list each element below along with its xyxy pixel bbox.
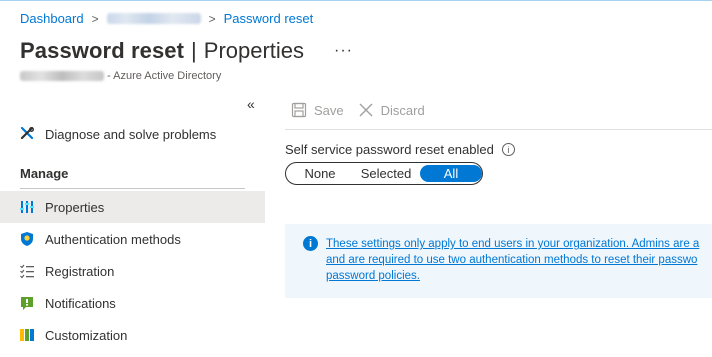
sidebar-item-registration[interactable]: Registration xyxy=(0,255,265,287)
checklist-icon xyxy=(18,262,36,280)
page-title: Password reset | Properties xyxy=(20,38,304,64)
sidebar-item-label: Customization xyxy=(45,327,128,343)
page-title-separator: | xyxy=(191,38,197,63)
option-all[interactable]: All xyxy=(420,165,482,182)
close-icon xyxy=(359,103,373,117)
info-banner-line: password policies. xyxy=(326,270,420,282)
notification-icon xyxy=(18,294,36,312)
info-banner-line: These settings only apply to end users i… xyxy=(326,238,700,250)
sidebar-item-label: Properties xyxy=(45,199,105,215)
sspr-enabled-label: Self service password reset enabled i xyxy=(285,142,515,157)
breadcrumb-dashboard-link[interactable]: Dashboard xyxy=(20,11,84,26)
manage-divider xyxy=(20,188,245,189)
command-bar: Save Discard xyxy=(291,102,439,118)
info-icon: i xyxy=(303,236,318,251)
sidebar-item-notifications[interactable]: Notifications xyxy=(0,287,265,319)
sidebar-item-label: Registration xyxy=(45,263,115,279)
chevron-right-icon: > xyxy=(91,11,99,26)
breadcrumb-password-reset-link[interactable]: Password reset xyxy=(224,11,314,26)
breadcrumb-tenant-redacted[interactable] xyxy=(106,13,201,24)
customization-icon xyxy=(18,326,36,344)
sidebar-item-customization[interactable]: Customization xyxy=(0,319,265,351)
more-options-button[interactable]: ··· xyxy=(334,42,353,60)
sidebar-item-properties[interactable]: Properties xyxy=(0,191,265,223)
top-border xyxy=(0,0,712,1)
tenant-name-redacted xyxy=(20,71,104,81)
sidebar-item-diagnose[interactable]: Diagnose and solve problems xyxy=(0,118,265,150)
info-banner: i These settings only apply to end users… xyxy=(285,224,712,298)
breadcrumb: Dashboard > > Password reset xyxy=(20,11,313,26)
discard-button-label: Discard xyxy=(380,102,425,118)
discard-button[interactable]: Discard xyxy=(358,102,425,118)
subtitle-service: - Azure Active Directory xyxy=(107,70,222,82)
page-title-main: Password reset xyxy=(20,38,185,63)
sspr-enabled-label-text: Self service password reset enabled xyxy=(285,142,494,157)
sidebar-item-label: Authentication methods xyxy=(45,231,181,247)
info-banner-link[interactable]: These settings only apply to end users i… xyxy=(326,236,712,284)
page-title-sub: Properties xyxy=(203,38,305,63)
page-subtitle: - Azure Active Directory xyxy=(20,70,221,82)
chevron-right-icon: > xyxy=(208,11,216,26)
sidebar-item-label: Diagnose and solve problems xyxy=(45,126,217,142)
info-banner-line: and are required to use two authenticati… xyxy=(326,254,698,266)
properties-icon xyxy=(18,198,36,216)
save-button-label: Save xyxy=(314,102,344,118)
manage-section-header: Manage xyxy=(20,166,69,181)
option-none[interactable]: None xyxy=(288,165,352,182)
sidebar-item-authentication-methods[interactable]: Authentication methods xyxy=(0,223,265,255)
shield-icon xyxy=(18,230,36,248)
save-icon xyxy=(291,102,307,118)
option-selected[interactable]: Selected xyxy=(352,165,420,182)
sspr-enabled-toggle: None Selected All xyxy=(285,162,483,185)
sidebar-item-label: Notifications xyxy=(45,295,116,311)
toolbar-divider xyxy=(285,129,712,130)
info-icon[interactable]: i xyxy=(501,143,515,156)
save-button[interactable]: Save xyxy=(291,102,344,118)
wrench-icon xyxy=(18,125,36,143)
collapse-sidebar-button[interactable]: « xyxy=(247,96,255,112)
